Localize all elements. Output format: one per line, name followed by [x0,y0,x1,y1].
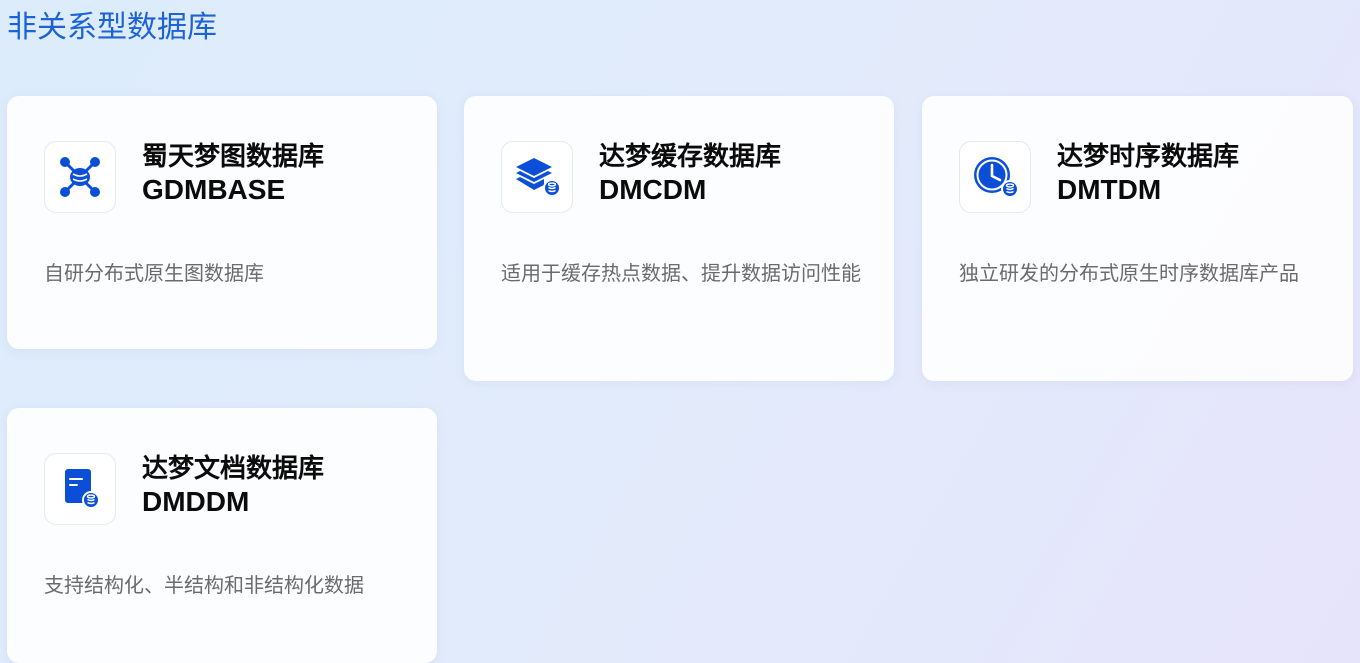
card-code: DMDDM [142,486,250,517]
graph-network-icon [44,141,116,213]
card-description: 支持结构化、半结构和非结构化数据 [44,573,364,597]
card-description: 自研分布式原生图数据库 [44,261,264,285]
clock-database-icon [959,141,1031,213]
card-code: DMCDM [599,174,707,205]
stack-database-icon [501,141,573,213]
section-title: 非关系型数据库 [7,10,217,45]
card-title: 达梦文档数据库 [142,454,325,484]
card-title: 蜀天梦图数据库 [142,142,325,172]
card-code: DMTDM [1057,174,1162,205]
product-card-dmddm[interactable]: 达梦文档数据库 DMDDM 支持结构化、半结构和非结构化数据 [7,408,437,663]
card-description: 独立研发的分布式原生时序数据库产品 [959,261,1299,285]
card-title: 达梦缓存数据库 [599,142,782,172]
product-card-dmtdm[interactable]: 达梦时序数据库 DMTDM 独立研发的分布式原生时序数据库产品 [922,96,1353,381]
product-card-dmcdm[interactable]: 达梦缓存数据库 DMCDM 适用于缓存热点数据、提升数据访问性能 [464,96,894,381]
card-code: GDMBASE [142,174,286,205]
product-card-gdmbase[interactable]: 蜀天梦图数据库 GDMBASE 自研分布式原生图数据库 [7,96,437,349]
card-title: 达梦时序数据库 [1057,142,1240,172]
card-description: 适用于缓存热点数据、提升数据访问性能 [501,261,861,285]
document-database-icon [44,453,116,525]
